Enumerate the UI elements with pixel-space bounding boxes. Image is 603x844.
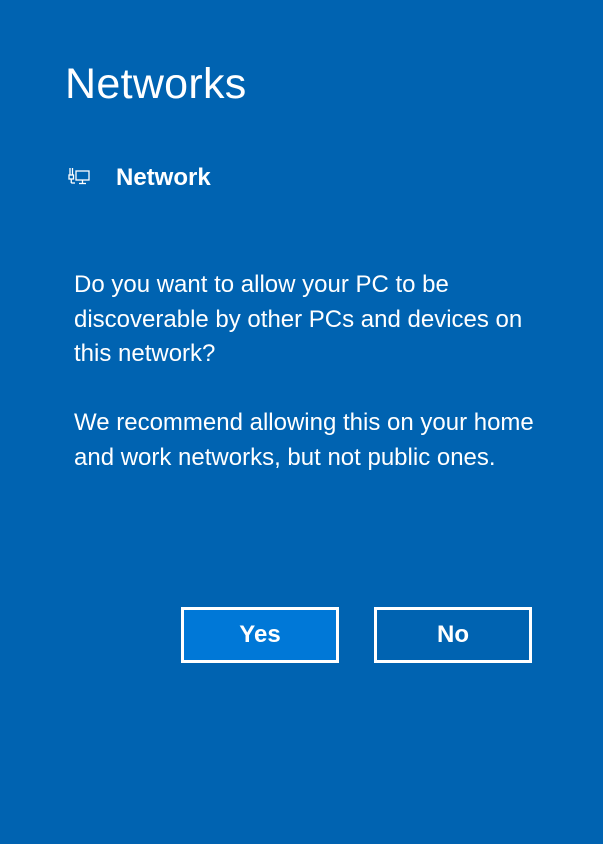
- no-button[interactable]: No: [374, 607, 532, 663]
- page-title: Networks: [65, 60, 247, 108]
- yes-button[interactable]: Yes: [181, 607, 339, 663]
- network-name: Network: [116, 164, 211, 191]
- wired-network-icon: [68, 166, 92, 190]
- network-item: Network: [68, 160, 211, 196]
- networks-flyout: Networks Network Do you want to allow yo…: [0, 0, 603, 844]
- discoverable-question: Do you want to allow your PC to be disco…: [74, 271, 523, 367]
- recommendation-text: We recommend allowing this on your home …: [74, 409, 534, 471]
